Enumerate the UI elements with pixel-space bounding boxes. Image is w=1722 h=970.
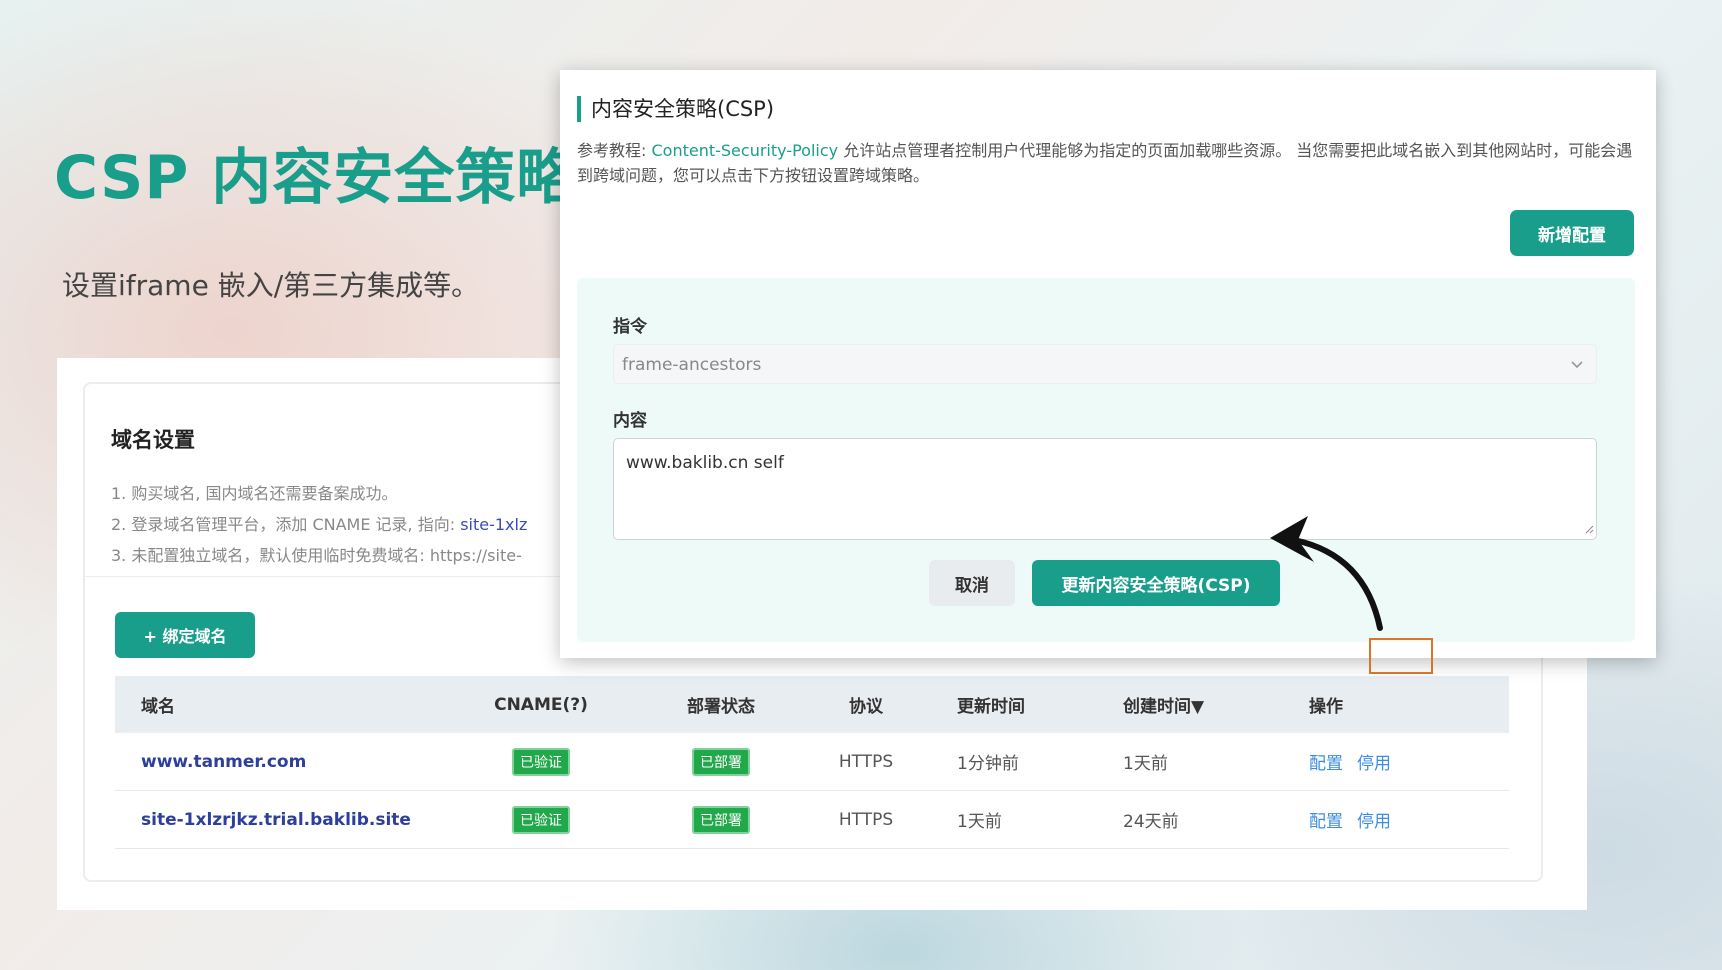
csp-modal-title: 内容安全策略(CSP) <box>577 96 774 122</box>
domain-link[interactable]: www.tanmer.com <box>141 752 306 772</box>
setup-steps: 1. 购买域名, 国内域名还需要备案成功。 2. 登录域名管理平台，添加 CNA… <box>111 478 527 571</box>
step-2: 2. 登录域名管理平台，添加 CNAME 记录, 指向: site-1xlz <box>111 515 528 534</box>
add-config-button[interactable]: 新增配置 <box>1510 210 1634 256</box>
table-row: site-1xlzrjkz.trial.baklib.site 已验证 已部署 … <box>115 790 1509 849</box>
protocol-cell: HTTPS <box>801 790 931 849</box>
config-link[interactable]: 配置 <box>1309 754 1343 774</box>
domain-settings-title: 域名设置 <box>111 428 195 452</box>
table-header-row: 域名 CNAME(?) 部署状态 协议 更新时间 创建时间▼ 操作 <box>115 676 1509 733</box>
bind-domain-button[interactable]: + 绑定域名 <box>115 612 255 658</box>
disable-link[interactable]: 停用 <box>1357 754 1391 774</box>
deployed-badge: 已部署 <box>692 805 750 834</box>
disable-link[interactable]: 停用 <box>1357 812 1391 832</box>
protocol-cell: HTTPS <box>801 733 931 791</box>
step-3: 3. 未配置独立域名，默认使用临时免费域名: https://site- <box>111 546 522 565</box>
chevron-down-icon <box>1570 345 1584 400</box>
created-cell: 1天前 <box>1097 733 1283 791</box>
col-protocol: 协议 <box>801 676 931 733</box>
highlight-box <box>1369 638 1433 674</box>
directive-label: 指令 <box>613 317 647 337</box>
cname-verified-badge: 已验证 <box>512 805 570 834</box>
hero-subtitle: 设置iframe 嵌入/第三方集成等。 <box>62 269 480 302</box>
config-link[interactable]: 配置 <box>1309 812 1343 832</box>
update-csp-button[interactable]: 更新内容安全策略(CSP) <box>1032 560 1280 606</box>
col-deploy-status: 部署状态 <box>641 676 801 733</box>
domains-table: 域名 CNAME(?) 部署状态 协议 更新时间 创建时间▼ 操作 www.ta… <box>115 676 1509 849</box>
directive-value: frame-ancestors <box>622 355 762 375</box>
content-textarea[interactable]: www.baklib.cn self <box>613 438 1597 540</box>
hero-title: CSP 内容安全策略 <box>54 143 578 213</box>
csp-description: 参考教程: Content-Security-Policy 允许站点管理者控制用… <box>577 141 1633 185</box>
domain-link[interactable]: site-1xlzrjkz.trial.baklib.site <box>141 810 411 830</box>
cancel-button[interactable]: 取消 <box>929 560 1015 606</box>
updated-cell: 1天前 <box>931 790 1097 849</box>
resize-handle-icon[interactable] <box>1584 524 1594 537</box>
col-created[interactable]: 创建时间▼ <box>1097 676 1283 733</box>
updated-cell: 1分钟前 <box>931 733 1097 791</box>
col-actions: 操作 <box>1283 676 1509 733</box>
col-updated: 更新时间 <box>931 676 1097 733</box>
csp-reference-link[interactable]: Content-Security-Policy <box>651 141 838 160</box>
created-cell: 24天前 <box>1097 790 1283 849</box>
col-cname[interactable]: CNAME(?) <box>441 676 641 733</box>
content-value: www.baklib.cn self <box>626 453 784 473</box>
directive-select[interactable]: frame-ancestors <box>613 344 1597 384</box>
curved-arrow-icon <box>1270 516 1383 631</box>
content-label: 内容 <box>613 411 647 431</box>
table-row: www.tanmer.com 已验证 已部署 HTTPS 1分钟前 1天前 配置… <box>115 733 1509 791</box>
cname-target-link[interactable]: site-1xlz <box>460 515 527 534</box>
csp-form: 指令 frame-ancestors 内容 www.baklib.cn self… <box>577 278 1635 642</box>
step-1: 1. 购买域名, 国内域名还需要备案成功。 <box>111 484 398 503</box>
col-domain: 域名 <box>115 676 441 733</box>
deployed-badge: 已部署 <box>692 747 750 776</box>
cname-verified-badge: 已验证 <box>512 747 570 776</box>
csp-modal: 内容安全策略(CSP) 参考教程: Content-Security-Polic… <box>560 70 1656 658</box>
